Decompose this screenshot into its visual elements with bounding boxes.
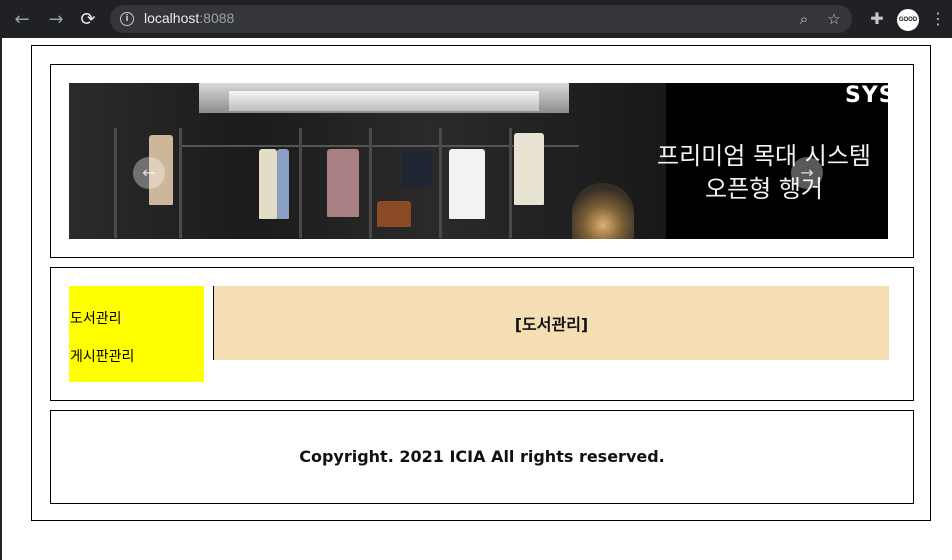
banner-headline-line2: 오픈형 행거: [704, 175, 824, 203]
banner-rack: [439, 128, 442, 238]
url-port: :8088: [199, 10, 235, 26]
url-text[interactable]: localhost:8088: [144, 10, 234, 26]
banner-ceiling-light: [229, 91, 539, 111]
reload-icon[interactable]: ⟳: [76, 7, 100, 31]
banner-slider[interactable]: SYS 프리미엄 목대 시스템 오픈형 행거: [69, 83, 888, 239]
banner-rack: [509, 128, 512, 238]
banner-rack: [114, 128, 117, 238]
banner-brand: SYS: [845, 83, 888, 108]
copyright-text: Copyright. 2021 ICIA All rights reserved…: [299, 447, 665, 466]
banner-rack: [299, 128, 302, 238]
more-menu-icon[interactable]: ⋮: [930, 8, 946, 30]
banner-lamp: [572, 183, 634, 239]
banner-garment: [449, 149, 485, 219]
forward-arrow-icon[interactable]: →: [44, 7, 68, 31]
slider-next-arrow-icon[interactable]: →: [791, 157, 823, 189]
back-arrow-icon[interactable]: ←: [10, 7, 34, 31]
zoom-icon[interactable]: ⌕: [794, 9, 814, 29]
banner-garment: [277, 149, 289, 219]
content-title: [도서관리]: [514, 315, 589, 334]
menu-link-board-management[interactable]: 게시판관리: [70, 346, 134, 366]
banner-rack: [179, 128, 182, 238]
banner-headline: 프리미엄 목대 시스템 오픈형 행거: [649, 140, 879, 206]
url-host: localhost: [144, 10, 200, 26]
banner-garment: [514, 133, 544, 205]
aside-menu: 도서관리 게시판관리: [69, 286, 204, 382]
content-area: [도서관리]: [214, 286, 889, 360]
slider-prev-arrow-icon[interactable]: ←: [133, 157, 165, 189]
banner-rack: [369, 128, 372, 238]
window-edge: [0, 38, 2, 560]
profile-avatar[interactable]: GOOD: [896, 8, 920, 32]
menu-link-book-management[interactable]: 도서관리: [70, 308, 122, 328]
site-info-icon[interactable]: i: [120, 12, 134, 26]
banner-garment: [402, 151, 432, 187]
banner-garment: [327, 149, 359, 217]
banner-headline-line1: 프리미엄 목대 시스템: [657, 142, 871, 170]
bookmark-star-icon[interactable]: ☆: [824, 9, 844, 29]
banner-garment: [259, 149, 277, 219]
browser-toolbar: ← → ⟳ i localhost:8088 ⌕ ☆ ✚ GOOD ⋮: [0, 0, 952, 38]
banner-bag: [377, 201, 411, 227]
extensions-puzzle-icon[interactable]: ✚: [866, 8, 888, 30]
address-bar[interactable]: i localhost:8088 ⌕ ☆: [110, 5, 852, 33]
